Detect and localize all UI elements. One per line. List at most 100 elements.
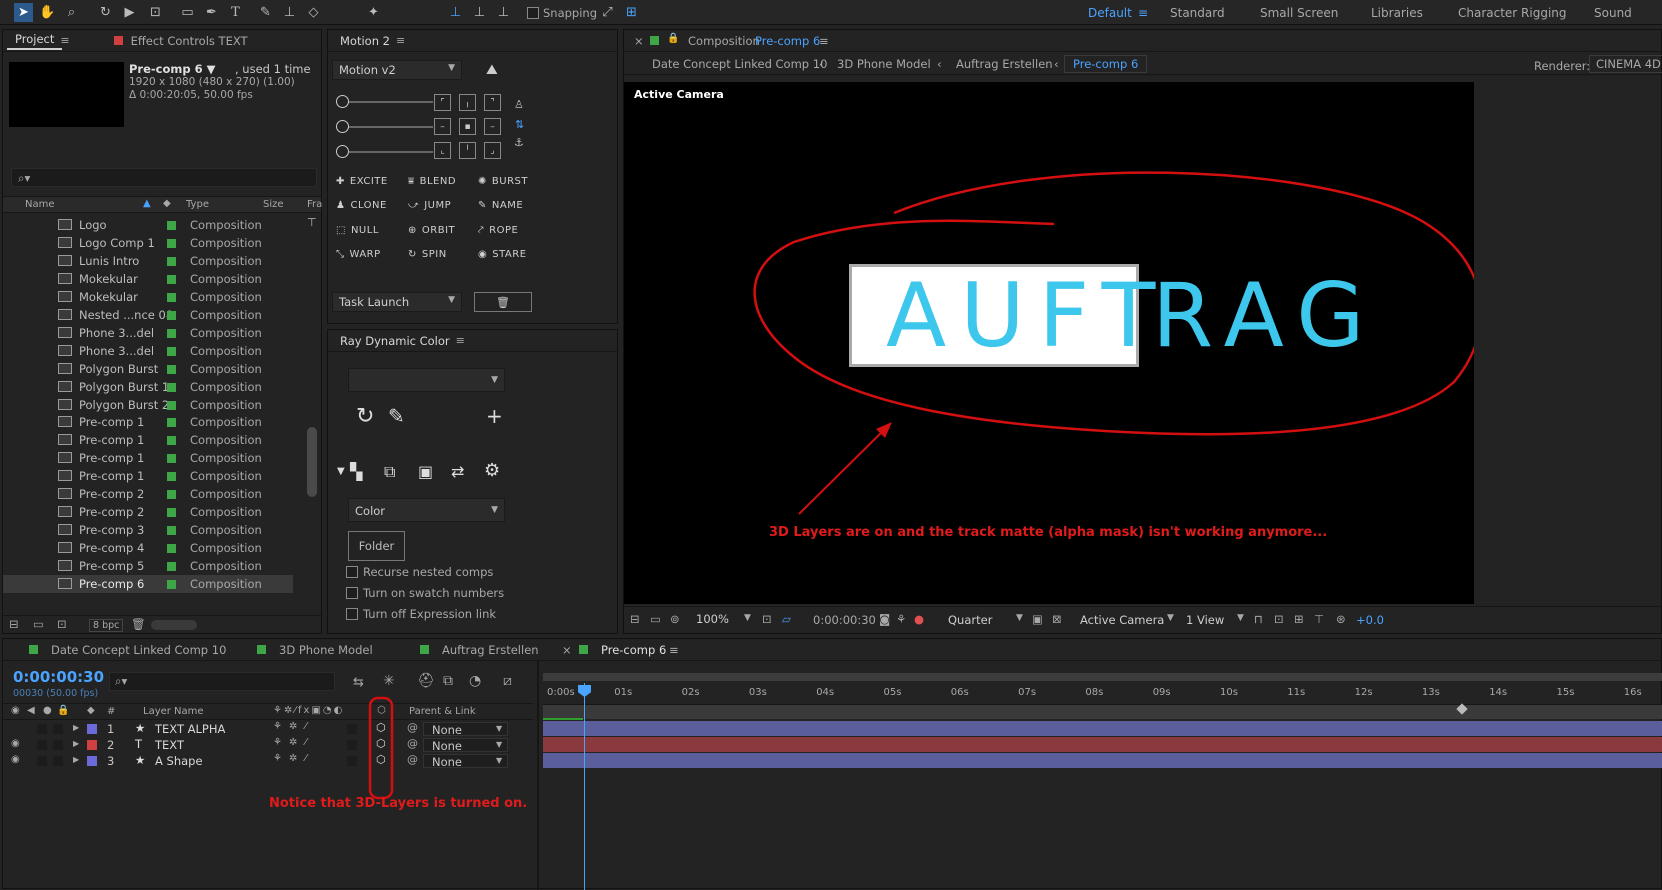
project-item[interactable]: Nested ...nce 08 Composition <box>3 306 293 324</box>
reset-exposure-icon[interactable]: ⊛ <box>1336 612 1346 626</box>
label-color-swatch[interactable] <box>167 382 176 392</box>
label-col-icon[interactable]: ◆ <box>163 198 171 209</box>
parent-dropdown[interactable]: None ▼ <box>423 754 508 769</box>
shy-switch-icon[interactable]: ⚘ <box>273 721 282 732</box>
vr-icon[interactable]: ⊚ <box>670 612 680 626</box>
motion-blur-switch[interactable] <box>347 756 357 766</box>
workspace-small-screen[interactable]: Small Screen <box>1260 6 1338 20</box>
task-launch-dropdown[interactable]: Task Launch ▼ <box>332 292 462 312</box>
lock-box[interactable] <box>53 724 63 734</box>
workspace-menu-icon[interactable]: ≡ <box>1138 6 1148 20</box>
fast-preview-icon[interactable]: ⊡ <box>1274 612 1284 626</box>
parent-link-col[interactable]: Parent & Link <box>409 706 476 717</box>
draft-3d-icon[interactable]: ✳ <box>383 673 395 689</box>
camera-view-dropdown[interactable]: Active Camera <box>1080 613 1164 627</box>
close-tab-icon[interactable]: × <box>634 34 644 48</box>
breadcrumb-2[interactable]: 3D Phone Model <box>837 57 931 71</box>
renderer-value[interactable]: CINEMA 4D <box>1589 55 1662 73</box>
quality-switch-icon[interactable]: ⁄ <box>305 721 307 732</box>
label-color-swatch[interactable] <box>167 292 176 302</box>
layer-bar-1[interactable] <box>543 721 1662 736</box>
warp-button[interactable]: ⤡ WARP <box>336 249 381 260</box>
null-button[interactable]: ⬚ NULL <box>336 225 379 236</box>
col-name[interactable]: Name <box>25 199 55 210</box>
pick-whip-icon[interactable]: @ <box>407 737 418 750</box>
workspace-libraries[interactable]: Libraries <box>1371 6 1423 20</box>
project-item[interactable]: Pre-comp 2 Composition <box>3 503 293 521</box>
label-color-swatch[interactable] <box>167 526 176 536</box>
timeline-icon[interactable]: ⊞ <box>1294 612 1304 626</box>
project-item[interactable]: Mokekular Composition <box>3 270 293 288</box>
spin-button[interactable]: ↻ SPIN <box>408 249 447 260</box>
slider-1-knob[interactable] <box>336 95 349 108</box>
comp-mini-flowchart-icon[interactable]: ⇆ <box>353 675 364 690</box>
frame-blending-icon[interactable]: ⧉ <box>443 673 453 689</box>
label-color-swatch[interactable] <box>167 274 176 284</box>
workspace-character-rigging[interactable]: Character Rigging <box>1458 6 1567 20</box>
project-item[interactable]: Logo Comp 1 Composition <box>3 234 293 252</box>
brush-tool-icon[interactable]: ✎ <box>256 3 275 22</box>
label-color-swatch[interactable] <box>167 221 176 230</box>
chevron-down-icon[interactable]: ▼ <box>744 613 751 623</box>
refresh-icon[interactable]: ↻ <box>356 404 374 429</box>
pick-whip-icon[interactable]: @ <box>407 753 418 766</box>
snap-icon[interactable]: ⤢ <box>598 3 617 22</box>
chevron-down-icon[interactable]: ▼ <box>1016 613 1023 623</box>
label-color-swatch[interactable] <box>167 328 176 338</box>
layer-name-col[interactable]: Layer Name <box>143 706 204 717</box>
col-size[interactable]: Size <box>263 199 284 210</box>
channel-icon[interactable]: ● <box>914 612 924 626</box>
shy-layers-icon[interactable]: ⛑ <box>417 673 435 689</box>
motion-blur-icon[interactable]: ◔ <box>469 673 481 689</box>
visibility-eye-icon[interactable]: ◉ <box>11 754 20 765</box>
snapshot-camera-icon[interactable]: ◙ <box>879 612 890 626</box>
delete-task-button[interactable]: 🗑 <box>474 292 532 312</box>
time-navigator[interactable] <box>543 705 1662 719</box>
slider-3-knob[interactable] <box>336 145 349 158</box>
timeline-search-input[interactable]: ⌕▾ <box>109 672 335 691</box>
swatch-link-icon[interactable]: ⧉ <box>384 462 395 482</box>
project-item[interactable]: Phone 3...del Composition <box>3 342 293 360</box>
swap-icon[interactable]: ⇄ <box>451 462 464 481</box>
selection-tool-icon[interactable]: ➤ <box>14 3 33 22</box>
flowchart-view-icon[interactable]: ⊤ <box>1314 612 1324 626</box>
timeline-timecode[interactable]: 0:00:00:30 <box>13 668 104 686</box>
hand-tool-icon[interactable]: ✋ <box>38 3 57 22</box>
label-color-swatch[interactable] <box>167 436 176 446</box>
recurse-nested-comps-checkbox[interactable] <box>346 566 358 578</box>
motion-blur-switch[interactable] <box>347 740 357 750</box>
project-item[interactable]: Pre-comp 6 Composition <box>3 575 293 593</box>
name-button[interactable]: ✎ NAME <box>478 200 523 211</box>
label-color-swatch[interactable] <box>167 508 176 518</box>
shy-switch-icon[interactable]: ⚘ <box>273 753 282 764</box>
breadcrumb-1[interactable]: Date Concept Linked Comp 10 <box>652 57 827 71</box>
parent-dropdown[interactable]: None ▼ <box>423 738 508 753</box>
roi-icon[interactable]: ▣ <box>1032 612 1043 626</box>
parent-dropdown[interactable]: None ▼ <box>423 722 508 737</box>
collapse-switch-icon[interactable]: ✲ <box>289 721 297 732</box>
interpret-footage-icon[interactable]: ⊟ <box>9 617 19 631</box>
project-item[interactable]: Pre-comp 2 Composition <box>3 485 293 503</box>
slider-3[interactable] <box>336 145 433 158</box>
resolution-dropdown[interactable]: Quarter <box>948 613 992 627</box>
palette-dropdown[interactable]: ▼ <box>348 368 505 392</box>
project-menu-icon[interactable]: ≡ <box>60 34 69 47</box>
project-item[interactable]: Polygon Burst 1 Composition <box>3 378 293 396</box>
expand-triangle-icon[interactable]: ▶ <box>73 755 79 764</box>
timeline-tab-3[interactable]: Auftrag Erstellen <box>442 643 539 657</box>
anchor-grid-tr[interactable]: ⌝ <box>484 94 501 111</box>
project-item[interactable]: Polygon Burst Composition <box>3 360 293 378</box>
view-layout-dropdown[interactable]: 1 View <box>1186 613 1224 627</box>
world-axis-icon[interactable]: ⊥ <box>470 3 489 22</box>
breadcrumb-3[interactable]: Auftrag Erstellen <box>956 57 1053 71</box>
tab-ray-dynamic-color[interactable]: Ray Dynamic Color <box>332 334 458 348</box>
project-item[interactable]: Pre-comp 3 Composition <box>3 521 293 539</box>
layer-name[interactable]: A Shape <box>155 754 203 768</box>
lock-box[interactable] <box>53 740 63 750</box>
slider-2-knob[interactable] <box>336 120 349 133</box>
slider-1[interactable] <box>336 95 433 108</box>
flowchart-icon[interactable]: ⊤ <box>307 216 317 229</box>
anchor-grid-bc[interactable]: ╵ <box>459 142 476 159</box>
timeline-tab-1[interactable]: Date Concept Linked Comp 10 <box>51 643 226 657</box>
zoom-dropdown[interactable]: 100% <box>696 612 729 626</box>
